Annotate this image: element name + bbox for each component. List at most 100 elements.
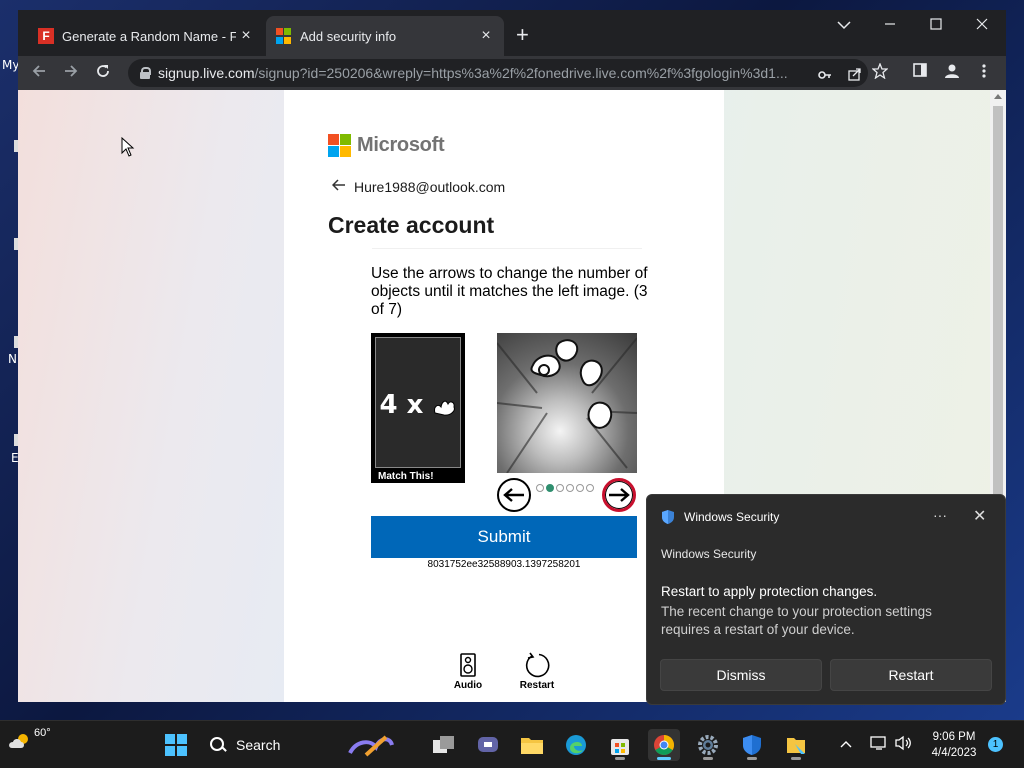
new-tab-button[interactable]: + [516, 24, 529, 46]
volume-icon[interactable] [895, 735, 913, 754]
running-indicator [615, 757, 625, 760]
settings-button[interactable] [692, 729, 724, 761]
match-target-text: 4 x [376, 390, 462, 420]
maximize-button[interactable] [916, 14, 956, 38]
running-indicator [703, 757, 713, 760]
puzzle-progress-dots [536, 484, 596, 492]
microsoft-logo: Microsoft [328, 134, 445, 157]
weather-widget[interactable]: 60° [8, 727, 51, 749]
identity-back[interactable]: Hure1988@outlook.com [331, 178, 506, 195]
document-folder-icon [787, 738, 805, 754]
scroll-up-arrow-icon[interactable] [994, 94, 1002, 99]
hand-glyph-icon [434, 400, 456, 416]
gear-icon [698, 735, 718, 755]
chrome-icon [654, 735, 674, 755]
chrome-button[interactable] [648, 729, 680, 761]
tab-search-chevron-icon[interactable] [824, 14, 864, 38]
chat-icon [478, 737, 498, 752]
search-icon [210, 737, 226, 753]
close-tab-icon[interactable]: × [236, 27, 256, 45]
speaker-icon [460, 653, 476, 677]
dismiss-button[interactable]: Dismiss [660, 659, 822, 691]
restart-icon [525, 652, 550, 678]
taskbar-clock[interactable]: 9:06 PM 4/4/2023 [920, 729, 988, 761]
tab-add-security-info[interactable]: Add security info × [266, 16, 504, 56]
puzzle-image [497, 333, 637, 473]
edge-button[interactable] [560, 729, 592, 761]
show-hidden-icons-chevron-icon[interactable] [840, 735, 852, 751]
tab-fake-name-generator[interactable]: F Generate a Random Name - Fake Name Gen… [28, 16, 264, 56]
notification-header: Windows Security [661, 509, 779, 525]
side-panel-icon[interactable] [910, 63, 930, 81]
taskbar-search[interactable]: Search [206, 731, 426, 759]
progress-dot [576, 484, 584, 492]
fake-name-favicon-icon: F [38, 28, 54, 44]
previous-arrow-button[interactable] [497, 478, 531, 512]
share-icon[interactable] [846, 67, 864, 84]
desktop-icon-label[interactable]: My [2, 58, 19, 72]
clock-time: 9:06 PM [932, 731, 976, 743]
restart-device-button[interactable]: Restart [830, 659, 992, 691]
mouse-cursor-icon [121, 136, 135, 162]
windows-security-button[interactable] [736, 729, 768, 761]
task-view-button[interactable] [428, 729, 460, 761]
password-key-icon[interactable] [816, 67, 834, 83]
task-view-icon [433, 736, 454, 753]
puzzle-instructions: Use the arrows to change the number of o… [371, 265, 648, 318]
browser-toolbar: signup.live.com/signup?id=250206&wreply=… [18, 56, 1006, 90]
clock-date: 4/4/2023 [931, 747, 977, 759]
page-title: Create account [328, 212, 495, 238]
audio-button[interactable]: Audio [443, 652, 493, 691]
notepad-folder-button[interactable] [780, 729, 812, 761]
progress-dot [546, 484, 554, 492]
forward-button[interactable] [60, 62, 82, 84]
submit-button[interactable]: Submit [371, 516, 637, 558]
microsoft-logo-icon [328, 134, 351, 157]
desktop-icon-label[interactable]: N [8, 352, 17, 366]
match-caption: Match This! [378, 471, 434, 482]
reload-button[interactable] [92, 62, 114, 84]
lock-icon[interactable] [140, 67, 151, 79]
menu-kebab-icon[interactable] [974, 63, 994, 83]
progress-dot [556, 484, 564, 492]
notification-source: Windows Security [661, 547, 757, 561]
running-indicator [791, 757, 801, 760]
scrollbar-thumb[interactable] [993, 106, 1003, 498]
running-indicator [747, 757, 757, 760]
account-email: Hure1988@outlook.com [354, 178, 506, 195]
active-indicator [657, 757, 671, 760]
next-arrow-button[interactable] [602, 478, 636, 512]
profile-icon[interactable] [942, 63, 962, 83]
search-highlight-icon [348, 735, 395, 757]
restart-label: Restart [519, 680, 555, 691]
windows-logo-icon [165, 734, 187, 756]
taskbar: 60° Search 9:06 PM 4/4/2023 1 [0, 720, 1024, 768]
bookmark-star-icon[interactable] [870, 62, 890, 83]
back-arrow-icon[interactable] [331, 178, 346, 195]
network-icon[interactable] [870, 735, 888, 754]
divider [372, 248, 642, 249]
start-button[interactable] [160, 729, 192, 761]
folder-icon [521, 738, 543, 754]
url-text[interactable]: signup.live.com/signup?id=250206&wreply=… [158, 65, 788, 81]
restart-puzzle-button[interactable]: Restart [512, 652, 562, 691]
tab-title: Add security info [300, 28, 397, 44]
notification-more-icon[interactable]: ··· [933, 507, 947, 523]
file-explorer-button[interactable] [516, 729, 548, 761]
address-bar[interactable]: signup.live.com/signup?id=250206&wreply=… [128, 59, 868, 87]
notification-close-icon[interactable]: ✕ [973, 506, 986, 526]
teams-chat-button[interactable] [472, 729, 504, 761]
close-tab-icon[interactable]: × [476, 27, 496, 45]
edge-icon [566, 735, 586, 755]
notification-count-badge[interactable]: 1 [988, 737, 1003, 752]
progress-dot [586, 484, 594, 492]
windows-security-shield-icon [662, 510, 674, 524]
notification-body: The recent change to your protection set… [661, 604, 932, 637]
brand-name: Microsoft [357, 134, 445, 156]
back-button[interactable] [28, 62, 50, 84]
minimize-button[interactable] [870, 14, 910, 38]
windows-security-notification[interactable]: Windows Security ··· ✕ Windows Security … [646, 494, 1006, 705]
close-window-button[interactable] [962, 14, 1002, 38]
store-button[interactable] [604, 729, 636, 761]
shield-icon [743, 735, 761, 755]
